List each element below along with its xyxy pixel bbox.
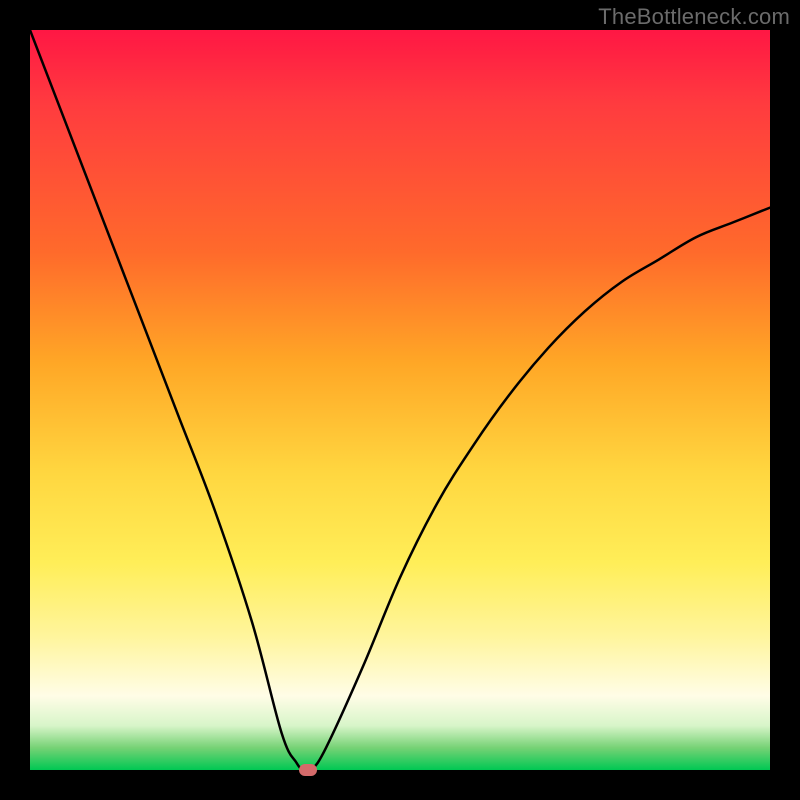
watermark-text: TheBottleneck.com: [598, 4, 790, 30]
plot-area: [30, 30, 770, 770]
minimum-marker: [299, 764, 317, 776]
chart-frame: TheBottleneck.com: [0, 0, 800, 800]
bottleneck-curve: [30, 30, 770, 770]
